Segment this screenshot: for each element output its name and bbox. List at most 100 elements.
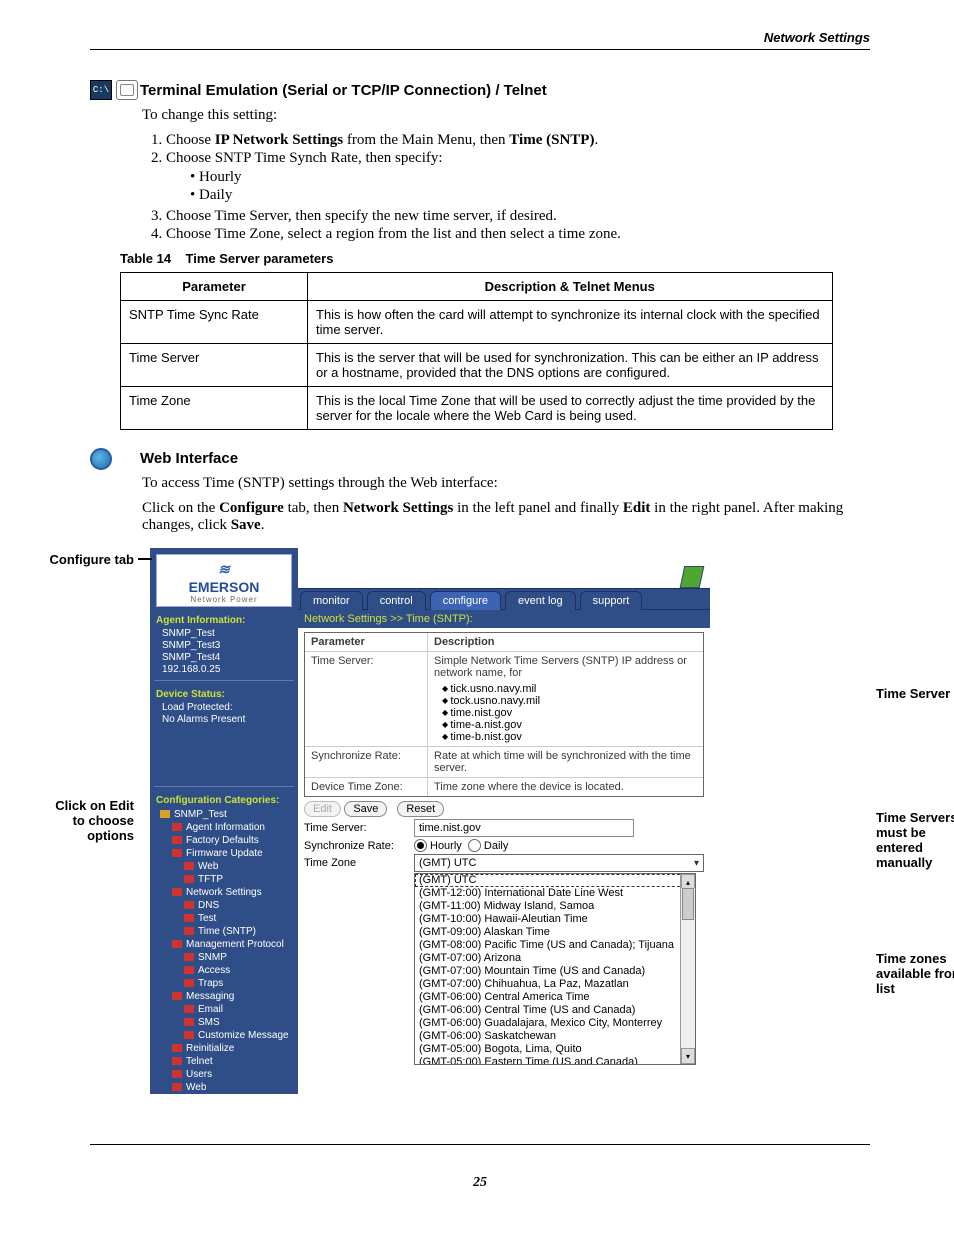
folder-icon	[172, 888, 182, 896]
folder-icon	[172, 849, 182, 857]
sb-agent-hdr: Agent Information:	[150, 611, 298, 628]
tree-item[interactable]: Management Protocol	[150, 938, 298, 951]
tz-option[interactable]: (GMT-05:00) Eastern Time (US and Canada)	[415, 1056, 695, 1065]
sb-cfg-hdr: Configuration Categories:	[150, 791, 298, 808]
save-button[interactable]: Save	[344, 801, 387, 817]
tab-eventlog[interactable]: event log	[505, 591, 576, 610]
radio-hourly[interactable]	[414, 839, 427, 852]
tz-option[interactable]: (GMT-09:00) Alaskan Time	[415, 926, 695, 939]
tree-item[interactable]: Factory Defaults	[150, 834, 298, 847]
web-screenshot: ≋ EMERSON Network Power Agent Informatio…	[150, 548, 710, 1094]
step-3: Choose Time Server, then specify the new…	[166, 208, 870, 225]
tz-option[interactable]: (GMT-06:00) Guadalajara, Mexico City, Mo…	[415, 1017, 695, 1030]
server-item: time-b.nist.gov	[442, 731, 697, 743]
tz-option[interactable]: (GMT-06:00) Central Time (US and Canada)	[415, 1004, 695, 1017]
tree-item[interactable]: Customize Message	[150, 1029, 298, 1042]
folder-icon	[172, 836, 182, 844]
tz-option[interactable]: (GMT-07:00) Chihuahua, La Paz, Mazatlan	[415, 978, 695, 991]
tz-option[interactable]: (GMT) UTC	[415, 874, 695, 887]
folder-icon	[184, 1018, 194, 1026]
tree-item[interactable]: Firmware Update	[150, 847, 298, 860]
tree-item[interactable]: Test	[150, 912, 298, 925]
cmd-icon: C:\	[90, 80, 112, 100]
tree-item[interactable]: Email	[150, 1003, 298, 1016]
folder-icon	[172, 1044, 182, 1052]
annot-configure: Configure tab	[48, 552, 134, 567]
web-instructions: Click on the Configure tab, then Network…	[142, 500, 870, 534]
td-server: Time Server	[121, 344, 308, 387]
folder-icon	[172, 823, 182, 831]
tree-item[interactable]: Access	[150, 964, 298, 977]
step-4: Choose Time Zone, select a region from t…	[166, 226, 870, 243]
annot-serverlist: Time Server list	[876, 686, 954, 701]
main-panel: monitor control configure event log supp…	[298, 548, 710, 1094]
tab-configure[interactable]: configure	[430, 591, 501, 610]
step-1: Choose IP Network Settings from the Main…	[166, 132, 870, 149]
annot-tz-list: Time zones available from list	[876, 951, 954, 996]
tab-monitor[interactable]: monitor	[300, 591, 363, 610]
breadcrumb: Network Settings >> Time (SNTP):	[298, 610, 710, 628]
th-parameter: Parameter	[121, 273, 308, 301]
folder-icon	[184, 953, 194, 961]
tree-item[interactable]: Time (SNTP)	[150, 925, 298, 938]
tree-item[interactable]: Users	[150, 1068, 298, 1081]
tz-dropdown[interactable]: (GMT) UTC(GMT-12:00) International Date …	[414, 873, 696, 1065]
tz-option[interactable]: (GMT-11:00) Midway Island, Samoa	[415, 900, 695, 913]
tz-select[interactable]: (GMT) UTC▾	[414, 854, 704, 872]
button-bar: Edit Save Reset	[304, 801, 704, 815]
tree-item[interactable]: Web	[150, 860, 298, 873]
glyph-icon	[680, 566, 705, 588]
folder-icon	[172, 1070, 182, 1078]
tz-option[interactable]: (GMT-07:00) Arizona	[415, 952, 695, 965]
section-title-telnet: Terminal Emulation (Serial or TCP/IP Con…	[140, 80, 870, 99]
tz-option[interactable]: (GMT-05:00) Bogota, Lima, Quito	[415, 1043, 695, 1056]
tree-item[interactable]: Network Settings	[150, 886, 298, 899]
table-caption: Table 14 Time Server parameters	[120, 251, 870, 266]
tz-option[interactable]: (GMT-12:00) International Date Line West	[415, 887, 695, 900]
scroll-down-icon[interactable]: ▾	[681, 1048, 695, 1064]
server-list: tick.usno.navy.miltock.usno.navy.miltime…	[442, 683, 697, 743]
tree-item[interactable]: Messaging	[150, 990, 298, 1003]
td-zone: Time Zone	[121, 387, 308, 430]
tz-option[interactable]: (GMT-06:00) Central America Time	[415, 991, 695, 1004]
folder-icon	[172, 1083, 182, 1091]
tree-item[interactable]: SNMP	[150, 951, 298, 964]
tz-option[interactable]: (GMT-08:00) Pacific Time (US and Canada)…	[415, 939, 695, 952]
intro-text: To change this setting:	[142, 107, 870, 124]
tz-option[interactable]: (GMT-06:00) Saskatchewan	[415, 1030, 695, 1043]
chevron-down-icon: ▾	[694, 858, 699, 869]
tab-control[interactable]: control	[367, 591, 426, 610]
tree-item[interactable]: TFTP	[150, 873, 298, 886]
tree-item[interactable]: Web	[150, 1081, 298, 1094]
globe-icon	[90, 448, 112, 470]
folder-icon	[184, 914, 194, 922]
tree-item[interactable]: Reinitialize	[150, 1042, 298, 1055]
server-item: tick.usno.navy.mil	[442, 683, 697, 695]
config-tree[interactable]: SNMP_TestAgent InformationFactory Defaul…	[150, 808, 298, 1094]
tree-item[interactable]: Traps	[150, 977, 298, 990]
tab-support[interactable]: support	[580, 591, 643, 610]
folder-icon	[172, 992, 182, 1000]
web-intro: To access Time (SNTP) settings through t…	[142, 475, 870, 492]
folder-icon	[184, 862, 194, 870]
tz-option[interactable]: (GMT-10:00) Hawaii-Aleutian Time	[415, 913, 695, 926]
scrollbar[interactable]: ▴ ▾	[680, 874, 695, 1064]
section-title-web: Web Interface	[140, 448, 870, 467]
folder-icon	[184, 875, 194, 883]
tree-item[interactable]: Telnet	[150, 1055, 298, 1068]
reset-button[interactable]: Reset	[397, 801, 444, 817]
time-server-input[interactable]	[414, 819, 634, 837]
tree-item[interactable]: Agent Information	[150, 821, 298, 834]
tz-option[interactable]: (GMT-07:00) Mountain Time (US and Canada…	[415, 965, 695, 978]
folder-icon	[184, 1005, 194, 1013]
tree-item[interactable]: SNMP_Test	[150, 808, 298, 821]
bullet-daily: Daily	[190, 187, 870, 204]
tree-item[interactable]: SMS	[150, 1016, 298, 1029]
radio-daily[interactable]	[468, 839, 481, 852]
page-number: 25	[90, 1144, 870, 1191]
server-item: tock.usno.navy.mil	[442, 695, 697, 707]
tree-item[interactable]: DNS	[150, 899, 298, 912]
server-item: time.nist.gov	[442, 707, 697, 719]
annot-edit: Click on Edit to choose options	[48, 798, 134, 843]
edit-button[interactable]: Edit	[304, 801, 341, 817]
